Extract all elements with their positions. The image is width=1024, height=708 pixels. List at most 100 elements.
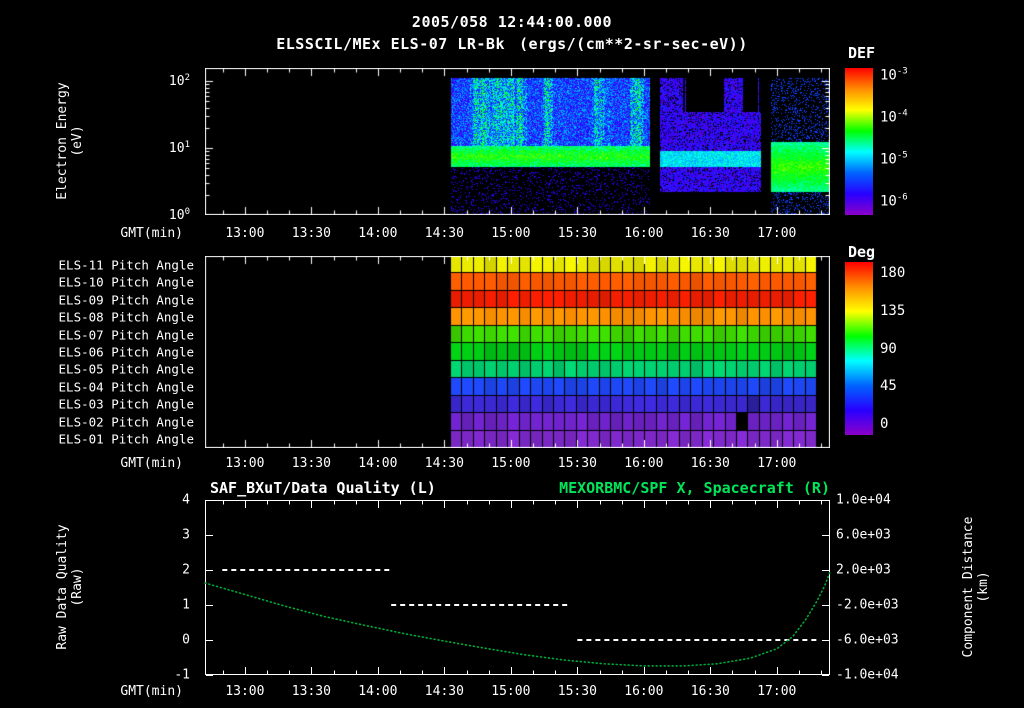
gmt-label-mid: GMT(min) <box>120 456 183 471</box>
time-tick-label: 13:30 <box>291 226 331 241</box>
deg-colorbar-title: Deg <box>848 243 876 261</box>
colorbar-tick-exponent: -4 <box>896 108 908 119</box>
time-tick-label: 16:00 <box>624 456 664 471</box>
time-tick-label: 14:30 <box>424 684 464 699</box>
distance-tick-label: -6.0e+03 <box>836 632 899 648</box>
time-tick-label: 13:00 <box>225 684 265 699</box>
pitch-row-label: ELS-08 Pitch Angle <box>58 309 194 325</box>
energy-tick-exponent: 0 <box>184 206 190 217</box>
colorbar-tick-exponent: -3 <box>896 66 908 77</box>
time-tick-label: 14:30 <box>424 456 464 471</box>
distance-tick-label: -1.0e+04 <box>836 667 899 683</box>
spectrogram-y-axis-title-line2: (eV) <box>70 125 85 157</box>
raw-quality-y-axis-title: Raw Data Quality (Raw) <box>55 477 85 697</box>
pitch-row-label: ELS-07 Pitch Angle <box>58 327 194 343</box>
colorbar-tick-label: 180 <box>880 265 906 281</box>
raw-tick-label: 4 <box>182 492 190 508</box>
pitch-row-label: ELS-03 Pitch Angle <box>58 396 194 412</box>
colorbar-tick-label: 0 <box>880 416 889 432</box>
energy-tick-label: 100 <box>168 206 190 224</box>
time-tick-label: 13:00 <box>225 456 265 471</box>
time-tick-label: 13:30 <box>291 456 331 471</box>
els-quicklook-screen: 2005/058 12:44:00.000 ELSSCIL/MEx ELS-07… <box>0 0 1024 708</box>
spacecraft-x-curve <box>204 571 831 667</box>
gmt-label-bot: GMT(min) <box>120 684 183 699</box>
colorbar-tick-exponent: -6 <box>896 192 908 203</box>
spectrogram-y-axis-title-line1: Electron Energy <box>55 82 70 200</box>
component-distance-y-axis-title: Component Distance (km) <box>961 477 991 697</box>
component-distance-y-axis-title-line1: Component Distance <box>961 516 976 658</box>
colorbar-tick-label: 45 <box>880 378 897 395</box>
time-tick-label: 14:00 <box>358 226 398 241</box>
plot-frame <box>205 500 830 675</box>
pitch-row-label: ELS-06 Pitch Angle <box>58 344 194 360</box>
time-tick-label: 16:30 <box>690 226 730 241</box>
raw-tick-label: 3 <box>182 527 190 543</box>
electron-energy-spectrogram-canvas <box>205 68 830 215</box>
colorbar-tick-label: 10-4 <box>880 108 908 126</box>
energy-tick-label: 102 <box>168 73 190 90</box>
def-colorbar-title: DEF <box>848 44 876 62</box>
pitch-row-label: ELS-11 Pitch Angle <box>58 257 194 273</box>
pitch-row-label: ELS-04 Pitch Angle <box>58 379 194 395</box>
time-tick-label: 14:30 <box>424 226 464 241</box>
raw-tick-label: 0 <box>182 632 190 648</box>
def-colorbar-tick-labels: 10-3 10-4 10-5 10-6 <box>880 66 942 215</box>
raw-quality-y-axis-title-line1: Raw Data Quality <box>55 524 70 650</box>
time-tick-labels-bot: 13:00 13:30 14:00 14:30 15:00 15:30 16:00 16:30… <box>205 684 830 700</box>
raw-tick-label: 1 <box>182 597 190 613</box>
raw-tick-label: 2 <box>182 562 190 578</box>
colorbar-tick-label: 10-3 <box>880 66 908 84</box>
def-colorbar <box>845 68 873 215</box>
time-tick-labels-top: 13:00 13:30 14:00 14:30 15:00 15:30 16:00 16:30… <box>205 226 830 242</box>
pitch-angle-row-labels: ELS-11 Pitch Angle ELS-10 Pitch Angle ELS-… <box>0 256 198 448</box>
time-tick-label: 15:30 <box>557 684 597 699</box>
distance-tick-labels: 1.0e+04 6.0e+03 2.0e+03 -2.0e+03 -6.0e+03 -1.… <box>836 493 914 683</box>
energy-tick-label: 101 <box>168 140 190 157</box>
time-tick-label: 16:00 <box>624 226 664 241</box>
deg-colorbar-tick-labels: 180 135 90 45 0 <box>880 262 942 435</box>
raw-quality-y-axis-title-line2: (Raw) <box>70 567 85 607</box>
pitch-row-label: ELS-01 Pitch Angle <box>58 431 194 447</box>
time-tick-label: 15:30 <box>557 456 597 471</box>
timestamp-title: 2005/058 12:44:00.000 <box>411 13 613 31</box>
data-quality-title: SAF_BXuT/Data Quality (L) <box>210 479 436 497</box>
time-tick-label: 15:00 <box>491 226 531 241</box>
time-tick-label: 14:00 <box>358 456 398 471</box>
time-tick-label: 15:00 <box>491 456 531 471</box>
time-tick-label: 16:30 <box>690 684 730 699</box>
spectrogram-y-axis-title: Electron Energy (eV) <box>55 31 85 251</box>
time-tick-label: 16:00 <box>624 684 664 699</box>
time-tick-label: 17:00 <box>757 226 797 241</box>
time-tick-label: 17:00 <box>757 684 797 699</box>
energy-tick-labels: 102 101 100 <box>148 68 198 223</box>
units-label: (ergs/(cm**2-sr-sec-eV)) <box>519 35 748 53</box>
pitch-row-label: ELS-10 Pitch Angle <box>58 274 194 290</box>
deg-colorbar <box>845 262 873 435</box>
pitch-row-label: ELS-02 Pitch Angle <box>58 414 194 430</box>
energy-tick-exponent: 2 <box>184 73 190 84</box>
energy-tick-exponent: 1 <box>184 140 190 151</box>
distance-tick-label: 6.0e+03 <box>836 527 891 543</box>
pitch-row-label: ELS-05 Pitch Angle <box>58 361 194 377</box>
time-tick-label: 17:00 <box>757 456 797 471</box>
raw-tick-label: -1 <box>174 667 190 683</box>
colorbar-tick-exponent: -5 <box>896 150 908 161</box>
pitch-row-label: ELS-09 Pitch Angle <box>58 292 194 308</box>
quality-distance-plot <box>204 500 831 676</box>
time-tick-label: 13:00 <box>225 226 265 241</box>
colorbar-tick-label: 90 <box>880 340 897 357</box>
component-distance-y-axis-title-line2: (km) <box>976 571 991 603</box>
colorbar-tick-label: 135 <box>880 302 906 319</box>
time-tick-label: 14:00 <box>358 684 398 699</box>
instrument-label: ELSSCIL/MEx ELS-07 LR-Bk <box>276 35 505 53</box>
time-tick-labels-mid: 13:00 13:30 14:00 14:30 15:00 15:30 16:00 16:30… <box>205 456 830 472</box>
distance-tick-label: -2.0e+03 <box>836 597 899 613</box>
spacecraft-x-title: MEXORBMC/SPF X, Spacecraft (R) <box>559 479 830 497</box>
colorbar-tick-label: 10-6 <box>880 192 908 210</box>
colorbar-tick-label: 10-5 <box>880 150 908 168</box>
raw-quality-tick-labels: 4 3 2 1 0 -1 <box>150 493 198 683</box>
gmt-label-top: GMT(min) <box>120 226 183 241</box>
pitch-angle-grid-canvas <box>205 256 830 448</box>
time-tick-label: 15:30 <box>557 226 597 241</box>
